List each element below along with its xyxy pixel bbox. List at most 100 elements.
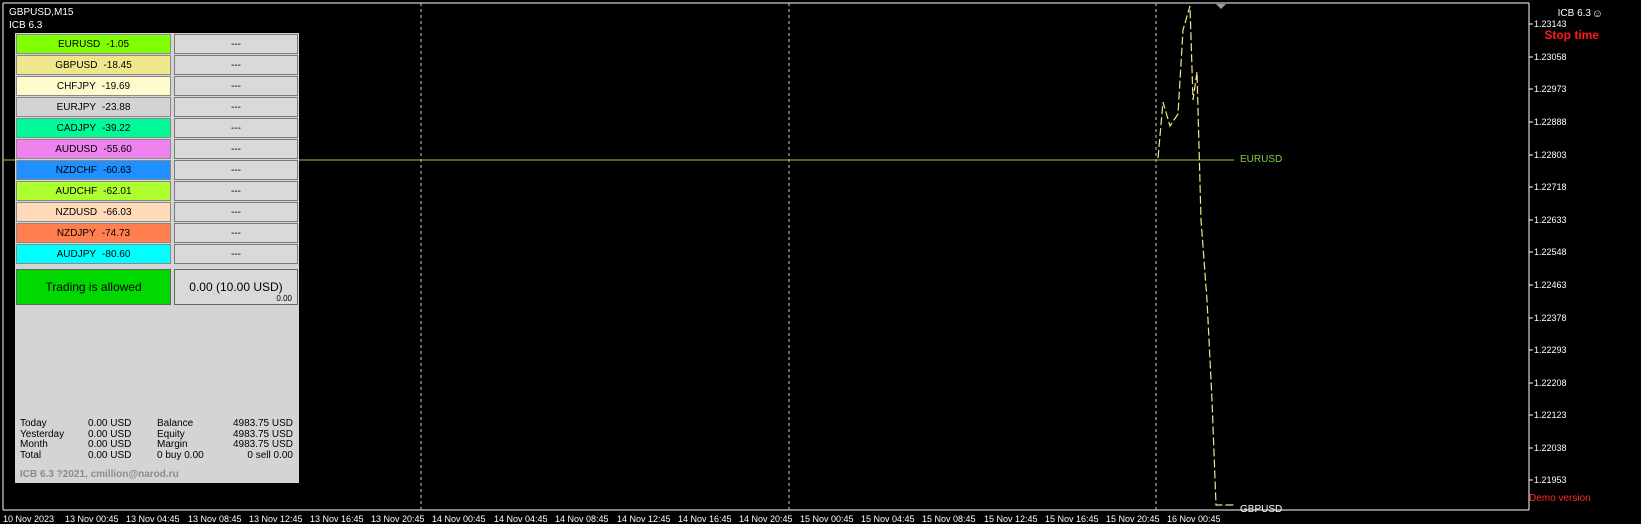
pair-symbol: CADJPY (56, 122, 97, 134)
pair-symbol: GBPUSD (55, 59, 98, 71)
pair-row: AUDCHF -62.01 --- (15, 181, 299, 201)
time-label: 16 Nov 00:45 (1167, 514, 1221, 524)
balance-label: Balance (157, 418, 194, 429)
profit-value: 0.00 (10.00 USD) (189, 280, 283, 294)
price-label: 1.22633 (1534, 215, 1567, 225)
price-label: 1.22463 (1534, 280, 1567, 290)
pair-symbol: NZDCHF (55, 164, 97, 176)
pair-value: -74.73 (101, 227, 131, 239)
month-value: 0.00 USD (88, 439, 132, 450)
eurusd-line-label: EURUSD (1240, 154, 1283, 165)
price-label: 1.22378 (1534, 313, 1567, 323)
margin-label: Margin (157, 439, 188, 450)
time-label: 15 Nov 16:45 (1045, 514, 1099, 524)
copyright-credit: ICB 6.3 ?2021, cmillion@narod.ru (20, 469, 179, 480)
time-label: 15 Nov 04:45 (861, 514, 915, 524)
pair-action-button[interactable]: --- (174, 55, 298, 75)
pair-symbol: EURJPY (56, 101, 97, 113)
time-label: 13 Nov 00:45 (65, 514, 119, 524)
trading-allowed-button[interactable]: Trading is allowed (16, 269, 171, 305)
pair-row: EURJPY -23.88 --- (15, 97, 299, 117)
time-label: 15 Nov 20:45 (1106, 514, 1160, 524)
pair-row: CHFJPY -19.69 --- (15, 76, 299, 96)
pair-value: -80.60 (102, 248, 131, 260)
pair-value: -55.60 (103, 143, 132, 155)
time-label: 14 Nov 16:45 (678, 514, 732, 524)
pair-button[interactable]: AUDJPY -80.60 (16, 244, 171, 264)
pair-value: -60.63 (102, 164, 132, 176)
pair-action-button[interactable]: --- (174, 181, 298, 201)
pair-symbol: NZDUSD (55, 206, 98, 218)
demo-version-label: Demo version (1529, 493, 1591, 504)
price-label: 1.22293 (1534, 345, 1567, 355)
pair-symbol: AUDUSD (55, 143, 98, 155)
pair-action-button[interactable]: --- (174, 160, 298, 180)
indicator-name: ICB 6.3 (9, 20, 43, 31)
price-label: 1.22888 (1534, 117, 1567, 127)
price-label: 1.22123 (1534, 410, 1567, 420)
pair-action-button[interactable]: --- (174, 139, 298, 159)
pair-value: -39.22 (102, 122, 131, 134)
gbpusd-line-label: GBPUSD (1240, 504, 1283, 515)
pair-value: -66.03 (103, 206, 132, 218)
price-label: 1.22208 (1534, 378, 1567, 388)
pair-action-button[interactable]: --- (174, 244, 298, 264)
balance-value: 4983.75 USD (232, 418, 293, 429)
pair-button[interactable]: CHFJPY -19.69 (16, 76, 171, 96)
pair-button[interactable]: NZDJPY -74.73 (16, 223, 171, 243)
window-title: GBPUSD,M15 (9, 7, 74, 18)
pair-symbol: AUDJPY (56, 248, 97, 260)
time-label: 15 Nov 08:45 (922, 514, 976, 524)
pair-button[interactable]: NZDCHF -60.63 (16, 160, 171, 180)
pair-value: -19.69 (101, 80, 131, 92)
icb-panel: EURUSD -1.05 --- GBPUSD -18.45 --- CHFJP… (15, 33, 299, 483)
pair-symbol: CHFJPY (56, 80, 96, 92)
pair-row: AUDUSD -55.60 --- (15, 139, 299, 159)
pair-row: CADJPY -39.22 --- (15, 118, 299, 138)
pair-button[interactable]: NZDUSD -66.03 (16, 202, 171, 222)
indicator-name-right: ICB 6.3 (1557, 8, 1591, 19)
price-label: 1.22803 (1534, 150, 1567, 160)
pair-value: -62.01 (103, 185, 132, 197)
margin-value: 4983.75 USD (232, 439, 293, 450)
price-label: 1.22548 (1534, 247, 1567, 257)
pair-action-button[interactable]: --- (174, 34, 298, 54)
pair-row: EURUSD -1.05 --- (15, 34, 299, 54)
pair-action-button[interactable]: --- (174, 223, 298, 243)
total-value: 0.00 USD (88, 449, 132, 461)
price-label: 1.22718 (1534, 182, 1567, 192)
time-label: 14 Nov 08:45 (555, 514, 609, 524)
pair-button[interactable]: AUDUSD -55.60 (16, 139, 171, 159)
time-label: 15 Nov 00:45 (800, 514, 854, 524)
pair-row: AUDJPY -80.60 --- (15, 244, 299, 264)
time-label: 13 Nov 04:45 (126, 514, 180, 524)
pair-symbol: NZDJPY (56, 227, 96, 239)
pair-action-button[interactable]: --- (174, 97, 298, 117)
pair-button[interactable]: AUDCHF -62.01 (16, 181, 171, 201)
profit-box: 0.00 (10.00 USD) 0.00 (174, 269, 298, 305)
profit-small-value: 0.00 (276, 294, 292, 303)
time-label: 14 Nov 20:45 (739, 514, 793, 524)
pair-button[interactable]: EURJPY -23.88 (16, 97, 171, 117)
pair-symbol: AUDCHF (55, 185, 98, 197)
pair-button[interactable]: EURUSD -1.05 (16, 34, 171, 54)
time-label: 13 Nov 16:45 (310, 514, 364, 524)
time-label: 13 Nov 20:45 (371, 514, 425, 524)
pair-value: -18.45 (103, 59, 132, 71)
pair-button[interactable]: GBPUSD -18.45 (16, 55, 171, 75)
pair-action-button[interactable]: --- (174, 202, 298, 222)
pair-action-button[interactable]: --- (174, 76, 298, 96)
pair-row: NZDJPY -74.73 --- (15, 223, 299, 243)
pair-row: NZDCHF -60.63 --- (15, 160, 299, 180)
price-label: 1.23143 (1534, 19, 1567, 29)
time-label: 14 Nov 00:45 (432, 514, 486, 524)
price-label: 1.22038 (1534, 443, 1567, 453)
pair-action-button[interactable]: --- (174, 118, 298, 138)
time-label: 13 Nov 08:45 (188, 514, 242, 524)
stop-time-label: Stop time (1544, 28, 1599, 42)
time-label: 13 Nov 12:45 (249, 514, 303, 524)
pair-button[interactable]: CADJPY -39.22 (16, 118, 171, 138)
pair-symbol: EURUSD (57, 38, 101, 50)
pair-value: -1.05 (106, 38, 130, 50)
month-label: Month (20, 439, 48, 450)
